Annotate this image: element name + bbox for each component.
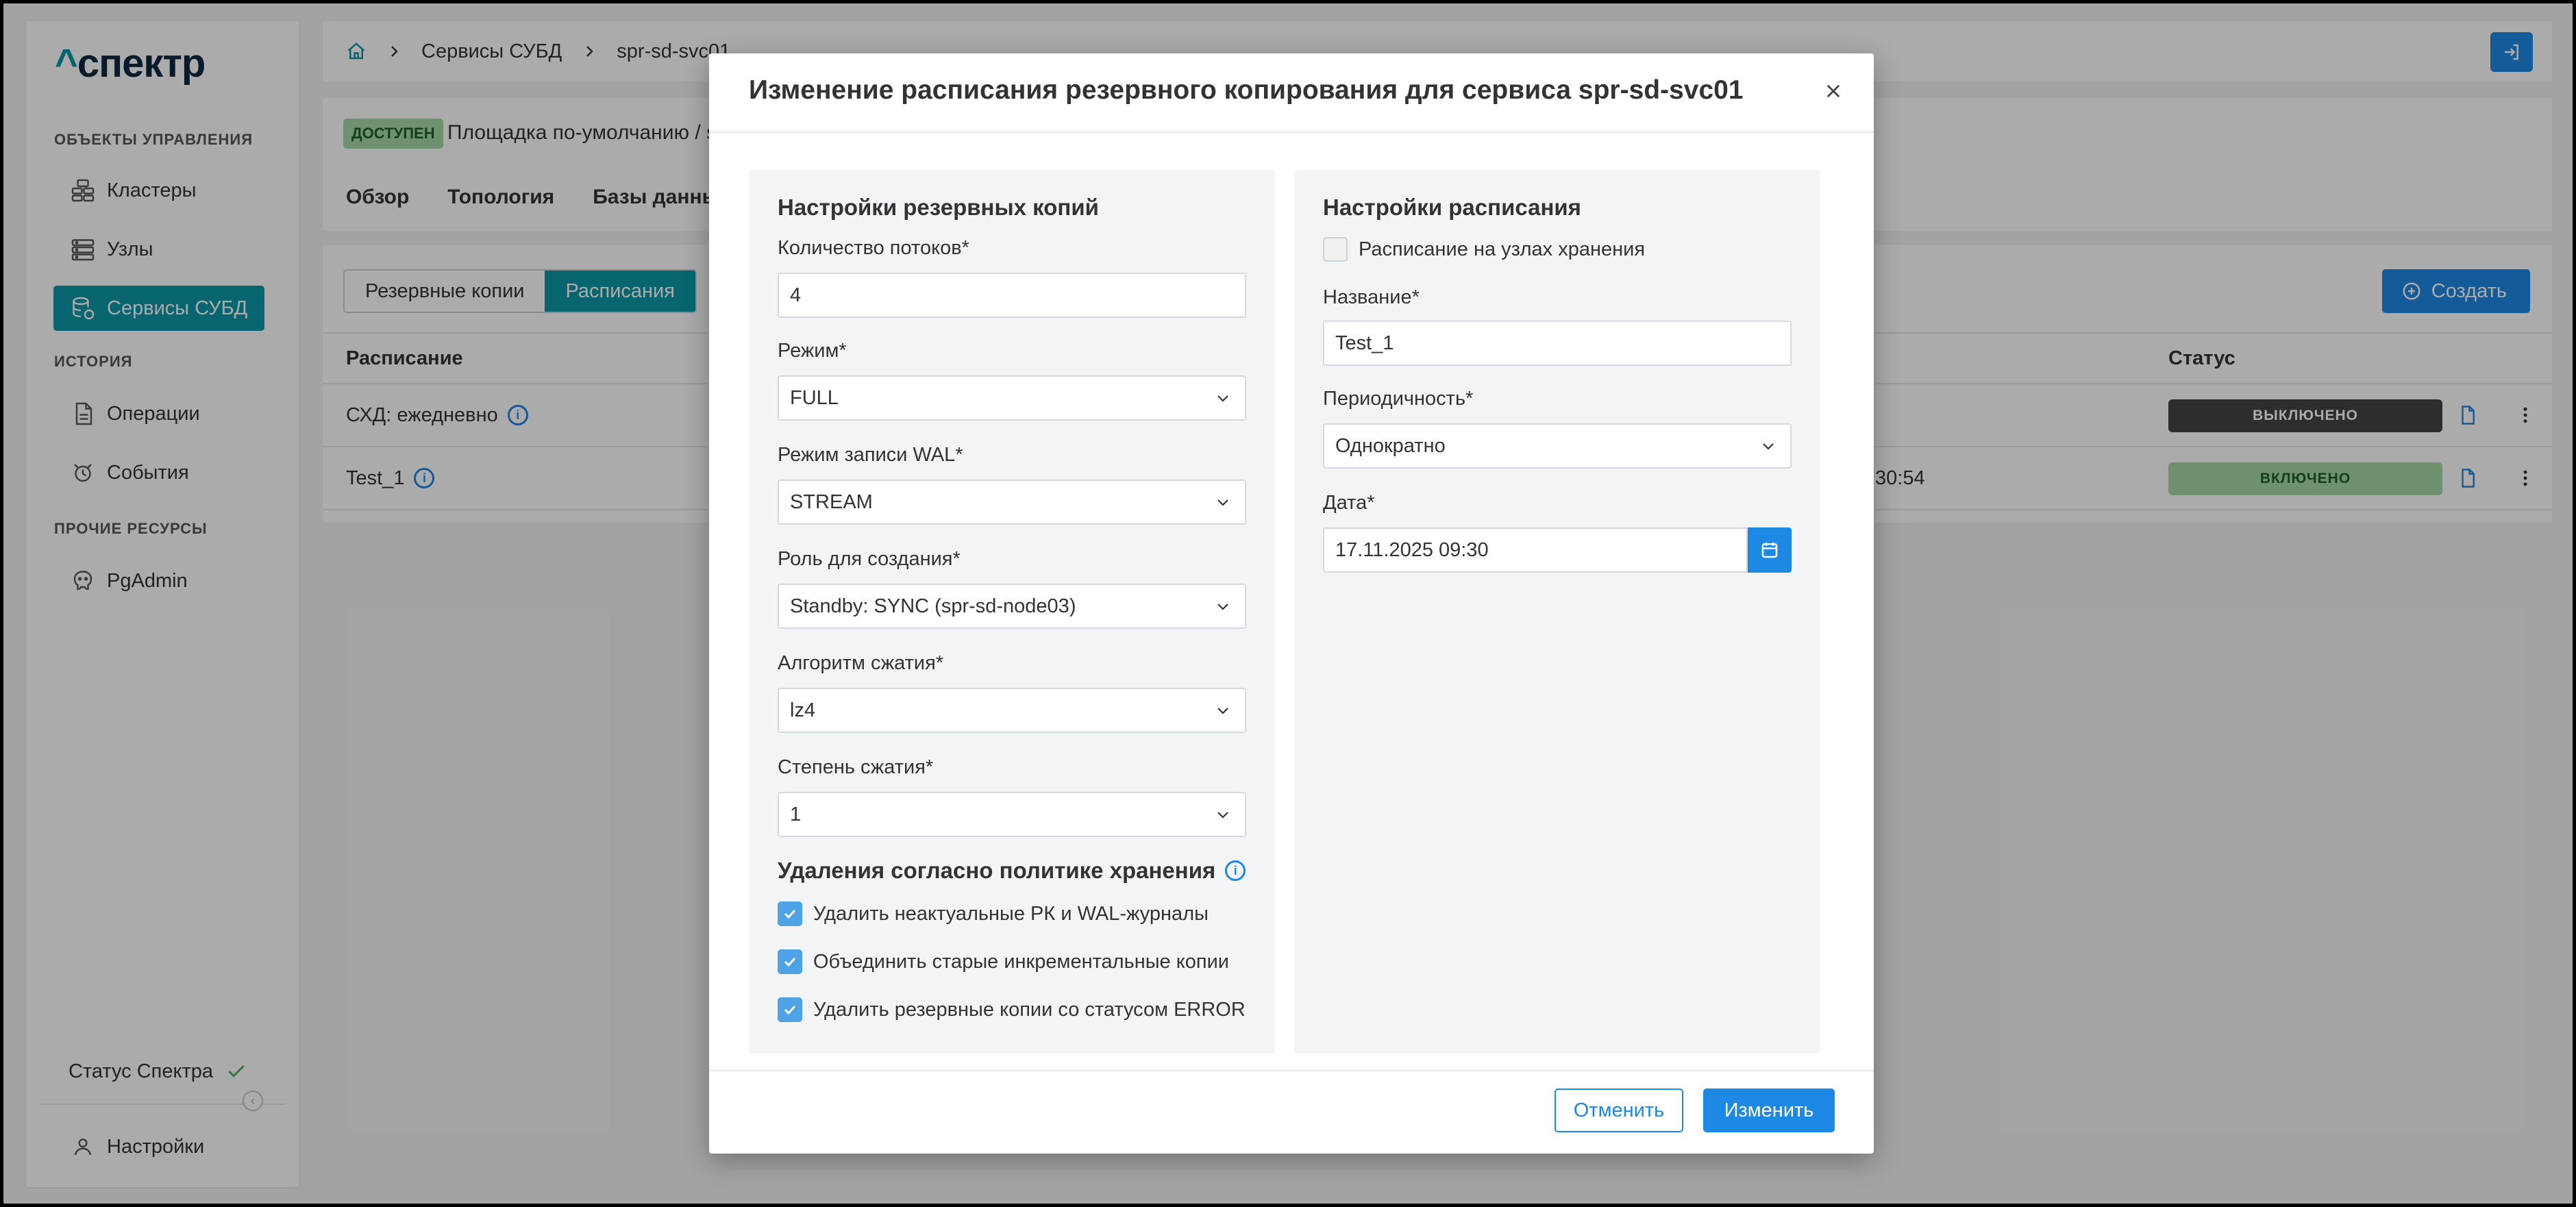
algorithm-value: lz4: [790, 699, 816, 721]
threads-label: Количество потоков*: [778, 237, 969, 259]
info-icon[interactable]: i: [1225, 860, 1246, 881]
algorithm-label: Алгоритм сжатия*: [778, 652, 944, 674]
wal-mode-value: STREAM: [790, 490, 873, 513]
backup-settings-title: Настройки резервных копий: [778, 195, 1099, 220]
modal-footer-divider: [709, 1070, 1874, 1071]
cancel-button[interactable]: Отменить: [1555, 1088, 1683, 1132]
calendar-icon: [1759, 540, 1780, 560]
periodicity-select[interactable]: Однократно: [1323, 423, 1792, 469]
modal-divider: [709, 132, 1874, 133]
mode-value: FULL: [790, 386, 839, 409]
checkbox-label: Удалить неактуальные РК и WAL-журналы: [813, 902, 1209, 925]
checkbox-label: Удалить резервные копии со статусом ERRO…: [813, 998, 1246, 1021]
retention-option-delete-error[interactable]: Удалить резервные копии со статусом ERRO…: [778, 997, 1246, 1022]
checkbox-label: Расписание на узлах хранения: [1359, 238, 1646, 260]
retention-option-merge-incremental[interactable]: Объединить старые инкрементальные копии: [778, 949, 1229, 974]
checkbox-checked-icon[interactable]: [778, 997, 802, 1022]
chevron-down-icon: [1763, 443, 1774, 450]
algorithm-select[interactable]: lz4: [778, 688, 1246, 733]
threads-value: 4: [790, 284, 802, 306]
retention-title: Удаления согласно политике хранения: [778, 858, 1216, 883]
level-select[interactable]: 1: [778, 792, 1246, 837]
checkbox-label: Объединить старые инкрементальные копии: [813, 950, 1229, 973]
chevron-down-icon: [1217, 499, 1228, 506]
checkbox-checked-icon[interactable]: [778, 949, 802, 974]
retention-option-delete-outdated[interactable]: Удалить неактуальные РК и WAL-журналы: [778, 901, 1209, 926]
periodicity-value: Однократно: [1335, 434, 1446, 457]
modal-title: Изменение расписания резервного копирова…: [749, 75, 1744, 105]
chevron-down-icon: [1217, 395, 1228, 402]
date-label: Дата*: [1323, 492, 1375, 514]
checkbox-checked-icon[interactable]: [778, 901, 802, 926]
edit-schedule-modal: Изменение расписания резервного копирова…: [709, 53, 1874, 1154]
date-picker-button[interactable]: [1748, 527, 1792, 573]
chevron-down-icon: [1217, 604, 1228, 610]
role-select[interactable]: Standby: SYNC (spr-sd-node03): [778, 584, 1246, 629]
date-input[interactable]: 17.11.2025 09:30: [1323, 527, 1748, 573]
name-value: Test_1: [1335, 332, 1394, 354]
storage-nodes-option[interactable]: Расписание на узлах хранения: [1323, 237, 1645, 262]
name-label: Название*: [1323, 286, 1420, 308]
close-icon[interactable]: [1822, 79, 1845, 103]
backup-settings-card: Настройки резервных копий Количество пот…: [749, 170, 1275, 1054]
chevron-down-icon: [1217, 812, 1228, 819]
name-input[interactable]: Test_1: [1323, 321, 1792, 366]
level-label: Степень сжатия*: [778, 756, 934, 778]
schedule-settings-card: Настройки расписания Расписание на узлах…: [1294, 170, 1820, 1054]
role-value: Standby: SYNC (spr-sd-node03): [790, 595, 1076, 617]
schedule-settings-title: Настройки расписания: [1323, 195, 1581, 220]
role-label: Роль для создания*: [778, 548, 961, 570]
apply-button[interactable]: Изменить: [1703, 1088, 1835, 1132]
mode-label: Режим*: [778, 340, 847, 362]
wal-mode-label: Режим записи WAL*: [778, 444, 963, 466]
chevron-down-icon: [1217, 708, 1228, 714]
wal-mode-select[interactable]: STREAM: [778, 480, 1246, 525]
threads-input[interactable]: 4: [778, 273, 1246, 318]
date-value: 17.11.2025 09:30: [1335, 538, 1489, 561]
periodicity-label: Периодичность*: [1323, 388, 1474, 410]
retention-title-row: Удаления согласно политике хранения i: [778, 858, 1246, 884]
mode-select[interactable]: FULL: [778, 375, 1246, 421]
level-value: 1: [790, 803, 802, 825]
checkbox-unchecked-icon[interactable]: [1323, 237, 1348, 262]
